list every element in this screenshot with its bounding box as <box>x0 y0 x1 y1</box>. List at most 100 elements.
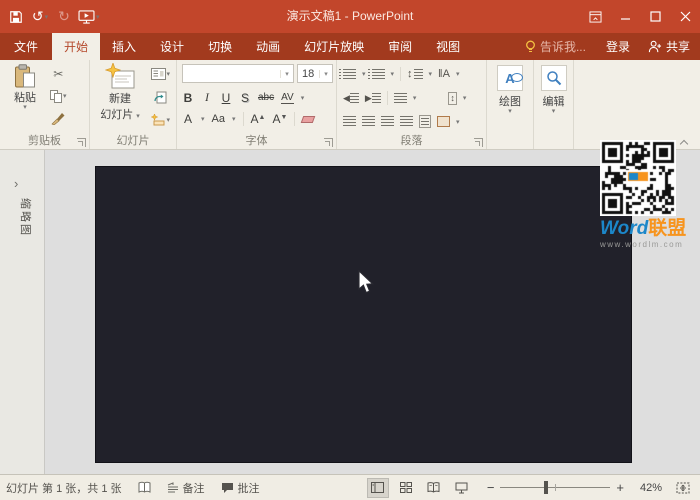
font-row-3: A ▾ Aa ▾ A▲ A▼ <box>182 112 314 126</box>
paragraph-row-1: ▾ ▾ ↕ ▾ ‖A ▾ <box>343 67 459 81</box>
tab-transitions[interactable]: 切换 <box>196 33 244 60</box>
tab-insert[interactable]: 插入 <box>100 33 148 60</box>
increase-indent-button[interactable]: ▶ <box>365 93 381 104</box>
zoom-slider-tick <box>555 484 556 491</box>
reset-button[interactable] <box>151 89 170 105</box>
tab-view[interactable]: 视图 <box>424 33 472 60</box>
paragraph-row-3: ▾ <box>343 115 460 128</box>
text-direction-button[interactable]: ‖A <box>438 68 450 80</box>
tab-review[interactable]: 审阅 <box>376 33 424 60</box>
font-name-combobox[interactable]: ▾ <box>182 64 294 83</box>
slide-sorter-view-button[interactable] <box>395 478 417 498</box>
numbering-button[interactable] <box>372 69 385 80</box>
zoom-out-button[interactable]: − <box>487 480 495 495</box>
notes-button[interactable]: 备注 <box>167 480 205 496</box>
tell-me-box[interactable]: 告诉我... <box>517 33 594 60</box>
layout-button[interactable]: ▾ <box>151 66 170 82</box>
tell-me-label: 告诉我... <box>540 38 586 55</box>
font-size-value: 18 <box>302 68 314 80</box>
expand-pane-icon[interactable]: › <box>14 176 18 191</box>
bullets-button[interactable] <box>343 69 356 80</box>
view-switcher <box>367 478 473 498</box>
fit-slide-to-window-button[interactable] <box>672 478 694 498</box>
section-button[interactable]: ▾ <box>151 112 170 128</box>
justify-button[interactable] <box>400 116 413 127</box>
font-color-button[interactable]: A <box>182 112 194 126</box>
zoom-slider-thumb[interactable] <box>544 481 548 494</box>
slide-number-indicator[interactable]: 幻灯片 第 1 张，共 1 张 <box>6 480 122 496</box>
distribute-button[interactable] <box>419 115 431 128</box>
font-size-combobox[interactable]: 18 ▾ <box>297 64 333 83</box>
clipboard-dialog-launcher[interactable] <box>77 138 86 147</box>
group-font: ▾ 18 ▾ B I U S abc AV ▾ A ▾ Aa ▾ A▲ <box>177 60 337 149</box>
group-editing: 编辑 ▾ <box>534 60 574 149</box>
zoom-level[interactable]: 42% <box>634 482 662 494</box>
underline-button[interactable]: U <box>220 91 232 105</box>
cut-button[interactable]: ✂ <box>50 66 67 82</box>
brand-lianmeng: 联盟 <box>648 218 686 239</box>
reading-view-button[interactable] <box>423 478 445 498</box>
columns-dropdown-icon: ▾ <box>413 94 417 102</box>
drawing-button[interactable]: A 绘图 ▾ <box>491 65 529 114</box>
character-spacing-dropdown-icon: ▾ <box>301 94 305 102</box>
align-center-button[interactable] <box>362 116 375 127</box>
layout-icon <box>151 68 166 80</box>
section-icon <box>151 114 166 126</box>
slideshow-view-button[interactable] <box>451 478 473 498</box>
paragraph-row-2: ◀ ▶ ▾ ↕ ▾ <box>343 91 466 105</box>
clear-formatting-button[interactable] <box>301 116 316 123</box>
tab-design[interactable]: 设计 <box>148 33 196 60</box>
decrease-font-size-button[interactable]: A▼ <box>272 112 287 126</box>
font-dialog-launcher[interactable] <box>324 138 333 147</box>
align-left-button[interactable] <box>343 116 356 127</box>
line-spacing-dropdown-icon: ▾ <box>429 70 433 78</box>
spell-check-button[interactable] <box>138 481 151 494</box>
bold-button[interactable]: B <box>182 91 194 105</box>
close-button[interactable] <box>670 0 700 33</box>
editing-button[interactable]: 编辑 ▾ <box>535 65 573 114</box>
align-right-button[interactable] <box>381 116 394 127</box>
ribbon-display-options-button[interactable] <box>580 0 610 33</box>
slide-sorter-icon <box>400 482 412 493</box>
zoom-slider[interactable] <box>500 478 610 498</box>
align-text-button[interactable]: ↕ <box>448 92 457 105</box>
comments-button[interactable]: 批注 <box>221 480 260 496</box>
copy-button[interactable]: ▾ <box>50 88 67 104</box>
drawing-icon: A <box>497 65 523 91</box>
italic-button[interactable]: I <box>201 90 213 105</box>
ribbon: 粘贴 ▾ ✂ ▾ 剪贴板 <box>0 60 700 150</box>
comments-label: 批注 <box>238 480 260 496</box>
tab-slideshow[interactable]: 幻灯片放映 <box>292 33 376 60</box>
normal-view-button[interactable] <box>367 478 389 498</box>
decrease-indent-button[interactable]: ◀ <box>343 93 359 104</box>
text-shadow-button[interactable]: S <box>239 91 251 105</box>
slide-canvas[interactable] <box>95 166 632 463</box>
status-left: 幻灯片 第 1 张，共 1 张 备注 批注 <box>6 480 260 496</box>
proofing-book-icon <box>138 481 151 494</box>
format-painter-icon <box>51 112 65 125</box>
group-paragraph: ▾ ▾ ↕ ▾ ‖A ▾ ◀ ▶ ▾ ↕ ▾ <box>337 60 487 149</box>
tab-file[interactable]: 文件 <box>0 33 52 60</box>
strikethrough-button[interactable]: abc <box>258 92 274 103</box>
thumbnail-pane-collapsed[interactable]: › 缩略图 <box>0 150 45 474</box>
format-painter-button[interactable] <box>50 110 67 126</box>
maximize-button[interactable] <box>640 0 670 33</box>
share-button[interactable]: 共享 <box>642 33 700 60</box>
increase-font-size-button[interactable]: A▲ <box>251 112 266 126</box>
font-row-2: B I U S abc AV ▾ <box>182 90 304 105</box>
new-slide-button[interactable]: 新建 幻灯片 ▾ <box>94 63 146 135</box>
tab-home[interactable]: 开始 <box>52 33 100 60</box>
change-case-button[interactable]: Aa <box>212 113 225 125</box>
line-spacing-button[interactable]: ↕ <box>407 68 423 80</box>
powerpoint-window: ↺▾ ↻ ▾ 演示文稿1 - PowerPoint 文件 开始 插入 设计 切换… <box>0 0 700 500</box>
paragraph-dialog-launcher[interactable] <box>474 138 483 147</box>
paste-button[interactable]: 粘贴 ▾ <box>5 64 45 132</box>
separator <box>400 67 401 81</box>
sign-in-button[interactable]: 登录 <box>594 33 642 60</box>
character-spacing-button[interactable]: AV <box>281 92 294 104</box>
convert-to-smartart-button[interactable] <box>437 116 450 127</box>
zoom-in-button[interactable]: + <box>616 480 624 495</box>
minimize-button[interactable] <box>610 0 640 33</box>
tab-animations[interactable]: 动画 <box>244 33 292 60</box>
columns-button[interactable] <box>394 93 407 104</box>
